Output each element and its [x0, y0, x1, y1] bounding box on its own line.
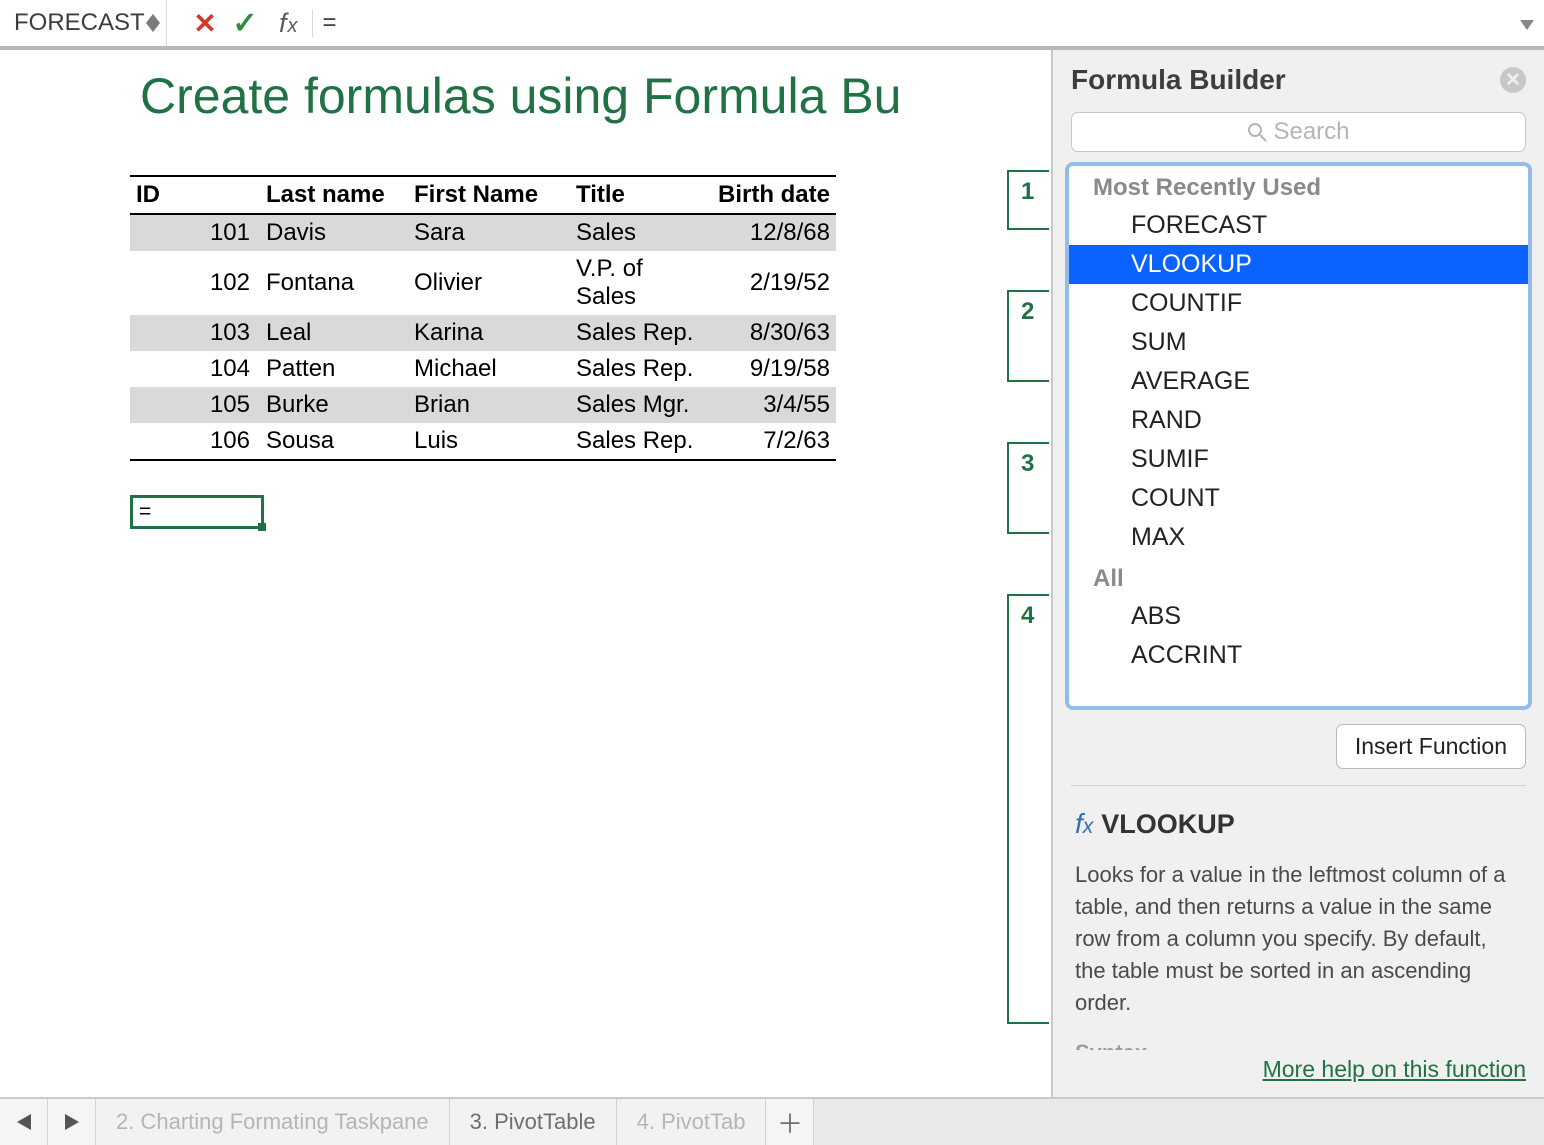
- active-cell[interactable]: =: [130, 495, 264, 529]
- help-link[interactable]: More help on this function: [1263, 1056, 1526, 1082]
- step-1: 1: [1007, 170, 1049, 230]
- search-placeholder: Search: [1273, 118, 1349, 146]
- table-row[interactable]: 105BurkeBrianSales Mgr.3/4/55: [130, 387, 836, 423]
- add-sheet-button[interactable]: ＋: [766, 1099, 814, 1145]
- cell-birth[interactable]: 8/30/63: [702, 315, 836, 351]
- col-last: Last name: [260, 176, 408, 214]
- cell-title[interactable]: Sales: [570, 214, 702, 251]
- function-item[interactable]: ACCRINT: [1069, 636, 1528, 675]
- cell-first[interactable]: Luis: [408, 423, 570, 460]
- cell-birth[interactable]: 9/19/58: [702, 351, 836, 387]
- cell-last[interactable]: Patten: [260, 351, 408, 387]
- function-detail: fx VLOOKUP Looks for a value in the left…: [1053, 786, 1544, 1050]
- cell-last[interactable]: Davis: [260, 214, 408, 251]
- cell-id[interactable]: 103: [130, 315, 260, 351]
- function-item[interactable]: COUNTIF: [1069, 284, 1528, 323]
- name-box-stepper[interactable]: [146, 14, 160, 32]
- function-item[interactable]: VLOOKUP: [1069, 245, 1528, 284]
- col-birth: Birth date: [702, 176, 836, 214]
- cell-last[interactable]: Burke: [260, 387, 408, 423]
- accept-formula-button[interactable]: ✓: [225, 0, 265, 46]
- function-item[interactable]: RAND: [1069, 401, 1528, 440]
- cell-last[interactable]: Leal: [260, 315, 408, 351]
- cell-title[interactable]: V.P. of Sales: [570, 251, 702, 315]
- worksheet[interactable]: Create formulas using Formula Bu ID Last…: [0, 50, 967, 1097]
- cell-birth[interactable]: 12/8/68: [702, 214, 836, 251]
- sheet-tab-bar: 2. Charting Formating Taskpane 3. PivotT…: [0, 1097, 1544, 1145]
- function-item[interactable]: MAX: [1069, 518, 1528, 557]
- cell-first[interactable]: Sara: [408, 214, 570, 251]
- insert-function-button[interactable]: Insert Function: [1336, 724, 1526, 769]
- function-description: Looks for a value in the leftmost column…: [1075, 859, 1522, 1018]
- function-item[interactable]: FORECAST: [1069, 206, 1528, 245]
- cell-birth[interactable]: 7/2/63: [702, 423, 836, 460]
- cell-birth[interactable]: 2/19/52: [702, 251, 836, 315]
- step-3: 3: [1007, 442, 1049, 534]
- cancel-formula-button[interactable]: ✕: [185, 0, 225, 46]
- sheet-tab[interactable]: 4. PivotTab: [617, 1099, 767, 1145]
- active-cell-value: =: [139, 500, 151, 523]
- tab-prev-icon[interactable]: [0, 1099, 48, 1145]
- cell-id[interactable]: 104: [130, 351, 260, 387]
- col-title: Title: [570, 176, 702, 214]
- page-title: Create formulas using Formula Bu: [0, 62, 967, 125]
- function-item[interactable]: SUM: [1069, 323, 1528, 362]
- cell-id[interactable]: 105: [130, 387, 260, 423]
- table-row[interactable]: 106SousaLuisSales Rep.7/2/63: [130, 423, 836, 460]
- function-item[interactable]: AVERAGE: [1069, 362, 1528, 401]
- function-item[interactable]: SUMIF: [1069, 440, 1528, 479]
- table-row[interactable]: 101DavisSaraSales12/8/68: [130, 214, 836, 251]
- formula-bar: FORECAST ✕ ✓ fx =: [0, 0, 1544, 50]
- col-first: First Name: [408, 176, 570, 214]
- cell-last[interactable]: Sousa: [260, 423, 408, 460]
- tab-next-icon[interactable]: [48, 1099, 96, 1145]
- sheet-tab[interactable]: 3. PivotTable: [450, 1099, 617, 1145]
- name-box[interactable]: FORECAST: [0, 0, 167, 46]
- search-input[interactable]: Search: [1071, 112, 1526, 152]
- cell-first[interactable]: Olivier: [408, 251, 570, 315]
- cell-title[interactable]: Sales Mgr.: [570, 387, 702, 423]
- cell-first[interactable]: Karina: [408, 315, 570, 351]
- formula-bar-expand-icon[interactable]: [1510, 9, 1544, 37]
- formula-builder-panel: Formula Builder ✕ Search Most Recently U…: [1051, 50, 1544, 1097]
- employee-table: ID Last name First Name Title Birth date…: [130, 175, 836, 461]
- tab-bar-spacer: [814, 1099, 1544, 1145]
- function-name: VLOOKUP: [1101, 809, 1235, 840]
- work-area: Create formulas using Formula Bu ID Last…: [0, 50, 1544, 1097]
- step-2: 2: [1007, 290, 1049, 382]
- table-row[interactable]: 104PattenMichaelSales Rep.9/19/58: [130, 351, 836, 387]
- col-id: ID: [130, 176, 260, 214]
- sheet-tab[interactable]: 2. Charting Formating Taskpane: [96, 1099, 450, 1145]
- cell-title[interactable]: Sales Rep.: [570, 351, 702, 387]
- table-row[interactable]: 103LealKarinaSales Rep.8/30/63: [130, 315, 836, 351]
- category-label: Most Recently Used: [1069, 166, 1528, 206]
- formula-input-value: =: [323, 9, 337, 37]
- cell-birth[interactable]: 3/4/55: [702, 387, 836, 423]
- cell-id[interactable]: 101: [130, 214, 260, 251]
- step-4: 4: [1007, 594, 1049, 1024]
- table-row[interactable]: 102FontanaOlivierV.P. of Sales2/19/52: [130, 251, 836, 315]
- fx-icon: fx: [1075, 808, 1093, 841]
- name-box-value: FORECAST: [14, 9, 145, 37]
- function-item[interactable]: COUNT: [1069, 479, 1528, 518]
- cell-id[interactable]: 102: [130, 251, 260, 315]
- category-label: All: [1069, 557, 1528, 597]
- cell-title[interactable]: Sales Rep.: [570, 423, 702, 460]
- step-numbers: 1 2 3 4: [1007, 50, 1051, 1097]
- cell-first[interactable]: Michael: [408, 351, 570, 387]
- cell-first[interactable]: Brian: [408, 387, 570, 423]
- fx-icon[interactable]: fx: [265, 8, 312, 39]
- cell-last[interactable]: Fontana: [260, 251, 408, 315]
- function-item[interactable]: ABS: [1069, 597, 1528, 636]
- table-header-row: ID Last name First Name Title Birth date: [130, 176, 836, 214]
- function-list[interactable]: Most Recently UsedFORECASTVLOOKUPCOUNTIF…: [1065, 162, 1532, 710]
- search-icon: [1247, 122, 1267, 142]
- syntax-heading: Syntax: [1075, 1040, 1522, 1050]
- cell-title[interactable]: Sales Rep.: [570, 315, 702, 351]
- panel-title: Formula Builder: [1071, 64, 1286, 96]
- close-icon[interactable]: ✕: [1500, 67, 1526, 93]
- formula-input[interactable]: =: [313, 0, 1510, 46]
- cell-id[interactable]: 106: [130, 423, 260, 460]
